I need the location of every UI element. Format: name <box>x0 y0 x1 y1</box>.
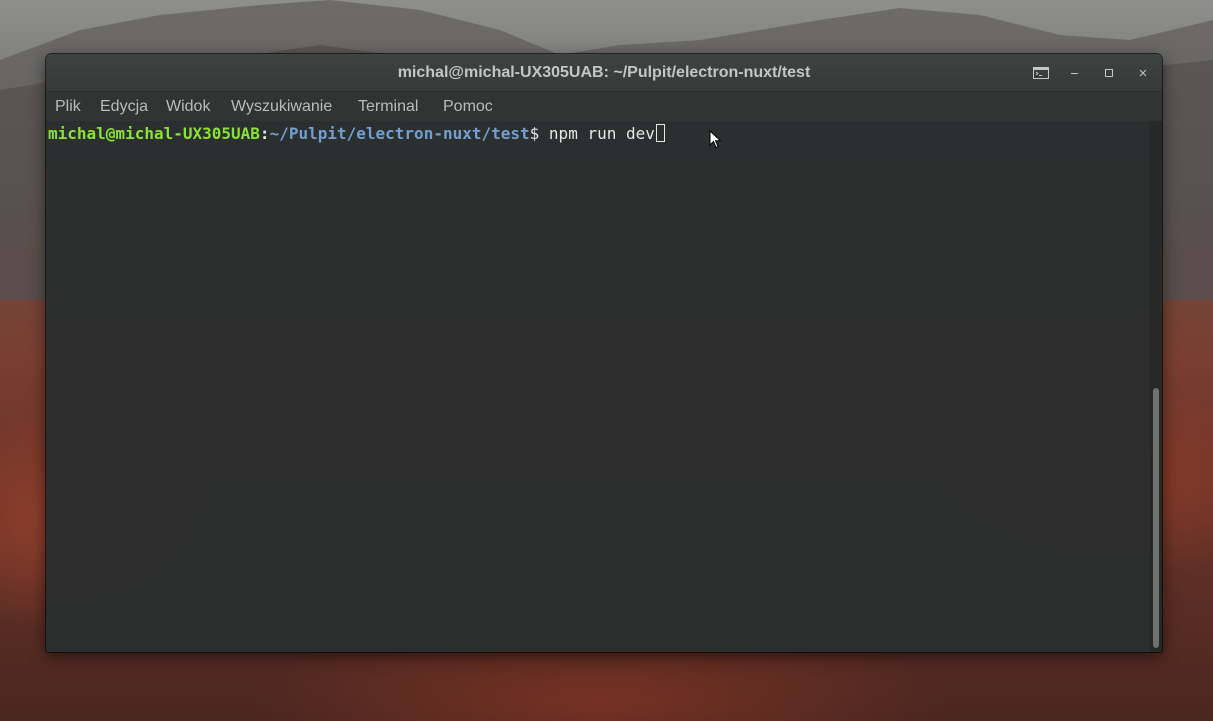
prompt-dollar: $ <box>529 124 549 143</box>
menu-item-terminal[interactable]: Terminal <box>358 92 418 121</box>
title-bar[interactable]: michal@michal-UX305UAB: ~/Pulpit/electro… <box>46 54 1162 92</box>
menu-item-pomoc[interactable]: Pomoc <box>443 92 493 121</box>
menu-item-widok[interactable]: Widok <box>166 92 210 121</box>
desktop-wallpaper: michal@michal-UX305UAB: ~/Pulpit/electro… <box>0 0 1213 721</box>
menu-item-wyszukiwanie[interactable]: Wyszukiwanie <box>231 92 332 121</box>
scrollbar-thumb[interactable] <box>1153 388 1159 648</box>
menu-item-plik[interactable]: Plik <box>55 92 81 121</box>
terminal-command-line: michal@michal-UX305UAB:~/Pulpit/electron… <box>48 123 665 145</box>
maximize-icon[interactable] <box>1100 64 1118 82</box>
prompt-path: ~/Pulpit/electron-nuxt/test <box>269 124 530 143</box>
text-cursor <box>655 124 665 142</box>
minimize-icon[interactable] <box>1066 64 1084 82</box>
menu-bar: Plik Edycja Widok Wyszukiwanie Terminal … <box>46 92 1162 121</box>
terminal-icon[interactable] <box>1032 64 1050 82</box>
vertical-scrollbar[interactable] <box>1150 121 1162 652</box>
close-icon[interactable] <box>1134 64 1152 82</box>
prompt-colon: : <box>259 124 270 143</box>
window-title: michal@michal-UX305UAB: ~/Pulpit/electro… <box>397 64 811 81</box>
terminal-window: michal@michal-UX305UAB: ~/Pulpit/electro… <box>46 54 1162 652</box>
prompt-user: michal@michal-UX305UAB <box>48 124 260 143</box>
typed-command: npm run dev <box>548 124 655 143</box>
terminal-output-area[interactable]: michal@michal-UX305UAB:~/Pulpit/electron… <box>46 121 1150 652</box>
menu-item-edycja[interactable]: Edycja <box>100 92 148 121</box>
mouse-pointer-icon <box>709 130 722 149</box>
